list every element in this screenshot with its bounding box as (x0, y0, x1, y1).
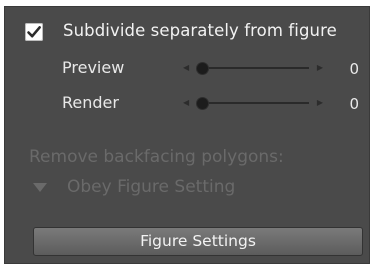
render-slider[interactable]: ◀ ▶ (183, 95, 323, 111)
backfacing-dropdown[interactable]: Obey Figure Setting (33, 177, 273, 199)
preview-value: 0 (349, 60, 359, 78)
arrow-right-icon[interactable]: ▶ (317, 97, 323, 109)
preview-label: Preview (62, 58, 125, 77)
dropdown-selected-value[interactable]: Obey Figure Setting (67, 177, 235, 197)
arrow-left-icon[interactable]: ◀ (183, 62, 189, 74)
backfacing-label: Remove backfacing polygons: (29, 147, 284, 167)
slider-track[interactable] (197, 67, 309, 69)
triangle-down-icon[interactable] (33, 183, 47, 192)
render-value: 0 (349, 95, 359, 113)
arrow-right-icon[interactable]: ▶ (317, 62, 323, 74)
subdivide-checkbox[interactable] (25, 23, 43, 41)
preview-slider[interactable]: ◀ ▶ (183, 60, 323, 76)
checkmark-icon (27, 26, 41, 38)
subdivide-label[interactable]: Subdivide separately from figure (63, 21, 337, 40)
render-label: Render (62, 93, 119, 112)
subdivision-panel: Subdivide separately from figure Preview… (4, 6, 370, 264)
slider-track[interactable] (197, 102, 309, 104)
slider-thumb[interactable] (197, 63, 208, 74)
slider-thumb[interactable] (197, 98, 208, 109)
figure-settings-button[interactable]: Figure Settings (33, 227, 363, 256)
arrow-left-icon[interactable]: ◀ (183, 97, 189, 109)
